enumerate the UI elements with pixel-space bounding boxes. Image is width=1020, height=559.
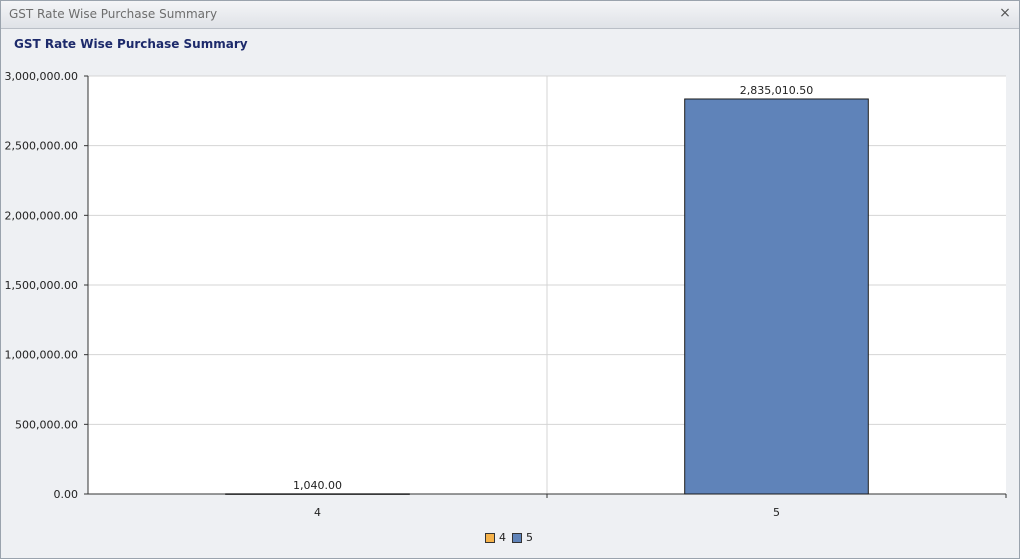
legend-swatch-4	[485, 532, 495, 543]
legend-label-5: 5	[526, 531, 533, 544]
bar-5	[684, 98, 869, 495]
legend-item-4: 4	[485, 531, 506, 544]
y-tick-label: 3,000,000.00	[5, 70, 78, 83]
data-label-4: 1,040.00	[293, 479, 342, 492]
data-label-5: 2,835,010.50	[740, 84, 813, 97]
bar-chart: 0.00 500,000.00 1,000,000.00 1,500,000.00 2,…	[5, 70, 1007, 519]
y-tick-label: 2,000,000.00	[5, 209, 78, 222]
x-tick-label-5: 5	[773, 506, 780, 519]
bar-4	[225, 493, 410, 495]
legend-label-4: 4	[499, 531, 506, 544]
titlebar[interactable]: GST Rate Wise Purchase Summary ×	[1, 1, 1019, 29]
y-tick-label: 2,500,000.00	[5, 140, 78, 153]
y-tick-label: 1,000,000.00	[5, 349, 78, 362]
y-tick-label: 0.00	[54, 488, 79, 501]
y-tick-label: 500,000.00	[15, 418, 78, 431]
close-icon[interactable]: ×	[997, 5, 1013, 21]
y-tick-label: 1,500,000.00	[5, 279, 78, 292]
chart-window: GST Rate Wise Purchase Summary × GST Rat…	[0, 0, 1020, 559]
legend-item-5: 5	[512, 531, 533, 544]
chart-legend: 4 5	[485, 531, 533, 544]
x-tick-label-4: 4	[314, 506, 321, 519]
window-title: GST Rate Wise Purchase Summary	[9, 7, 218, 21]
legend-swatch-5	[512, 532, 522, 543]
